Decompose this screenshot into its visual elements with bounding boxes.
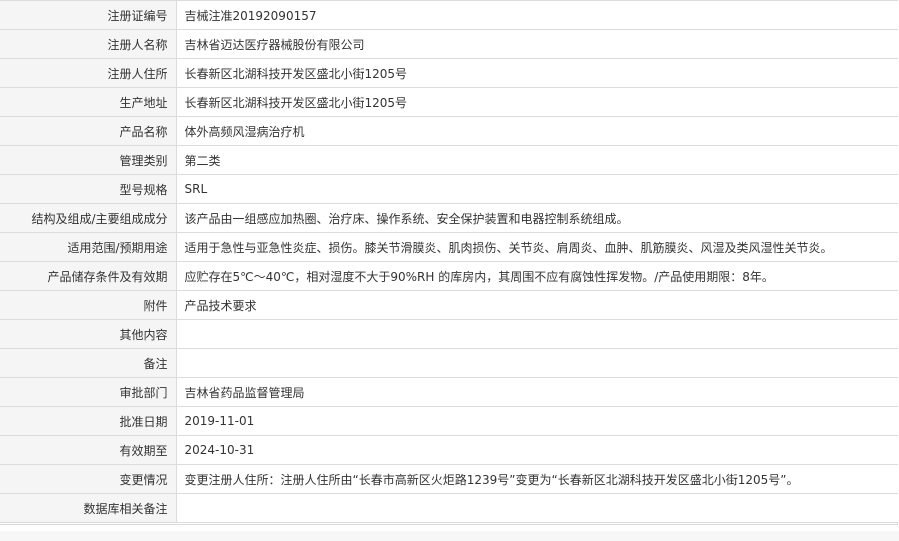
field-label: 结构及组成/主要组成成分 (0, 203, 177, 233)
field-value: 吉械注准20192090157 (176, 0, 898, 30)
field-label: 备注 (0, 348, 177, 378)
field-value: 适用于急性与亚急性炎症、损伤。膝关节滑膜炎、肌肉损伤、关节炎、肩周炎、血肿、肌筋… (176, 232, 898, 262)
table-row: 注册证编号 吉械注准20192090157 (0, 0, 898, 30)
field-value: 2024-10-31 (176, 435, 898, 465)
field-value: 该产品由一组感应加热圈、治疗床、操作系统、安全保护装置和电器控制系统组成。 (176, 203, 898, 233)
field-value: 吉林省药品监督管理局 (176, 377, 898, 407)
field-label: 附件 (0, 290, 177, 320)
table-row: 产品储存条件及有效期 应贮存在5℃～40℃，相对湿度不大于90%RH 的库房内，… (0, 261, 898, 291)
table-row: 生产地址 长春新区北湖科技开发区盛北小街1205号 (0, 87, 898, 117)
table-row: 附件 产品技术要求 (0, 290, 898, 320)
table-row: 管理类别 第二类 (0, 145, 898, 175)
field-value (176, 348, 898, 378)
field-label: 产品名称 (0, 116, 177, 146)
field-label: 型号规格 (0, 174, 177, 204)
table-row: 审批部门 吉林省药品监督管理局 (0, 377, 898, 407)
field-label: 生产地址 (0, 87, 177, 117)
table-row: 型号规格 SRL (0, 174, 898, 204)
field-label: 注册人住所 (0, 58, 177, 88)
field-label: 变更情况 (0, 464, 177, 494)
field-value (176, 493, 898, 523)
field-value: SRL (176, 174, 898, 204)
field-label: 适用范围/预期用途 (0, 232, 177, 262)
table-row: 结构及组成/主要组成成分 该产品由一组感应加热圈、治疗床、操作系统、安全保护装置… (0, 203, 898, 233)
table-row: 备注 (0, 348, 898, 378)
field-value: 第二类 (176, 145, 898, 175)
table-row: 批准日期 2019-11-01 (0, 406, 898, 436)
table-row: 注册人住所 长春新区北湖科技开发区盛北小街1205号 (0, 58, 898, 88)
field-value: 变更注册人住所：注册人住所由“长春市高新区火炬路1239号”变更为“长春新区北湖… (176, 464, 898, 494)
field-value: 长春新区北湖科技开发区盛北小街1205号 (176, 87, 898, 117)
field-value: 长春新区北湖科技开发区盛北小街1205号 (176, 58, 898, 88)
field-label: 管理类别 (0, 145, 177, 175)
field-value: 产品技术要求 (176, 290, 898, 320)
field-label: 批准日期 (0, 406, 177, 436)
field-label: 产品储存条件及有效期 (0, 261, 177, 291)
detail-panel: 注册证编号 吉械注准20192090157 注册人名称 吉林省迈达医疗器械股份有… (0, 0, 898, 525)
field-label: 有效期至 (0, 435, 177, 465)
table-row: 有效期至 2024-10-31 (0, 435, 898, 465)
field-value: 体外高频风湿病治疗机 (176, 116, 898, 146)
field-value: 吉林省迈达医疗器械股份有限公司 (176, 29, 898, 59)
table-row: 数据库相关备注 (0, 493, 898, 523)
field-label: 注册人名称 (0, 29, 177, 59)
table-row: 注册人名称 吉林省迈达医疗器械股份有限公司 (0, 29, 898, 59)
field-value: 2019-11-01 (176, 406, 898, 436)
table-row: 变更情况 变更注册人住所：注册人住所由“长春市高新区火炬路1239号”变更为“长… (0, 464, 898, 494)
field-value: 应贮存在5℃～40℃，相对湿度不大于90%RH 的库房内，其周围不应有腐蚀性挥发… (176, 261, 898, 291)
table-row: 其他内容 (0, 319, 898, 349)
field-label: 审批部门 (0, 377, 177, 407)
field-value (176, 319, 898, 349)
page-bottom-strip (0, 531, 899, 541)
table-row: 适用范围/预期用途 适用于急性与亚急性炎症、损伤。膝关节滑膜炎、肌肉损伤、关节炎… (0, 232, 898, 262)
field-label: 其他内容 (0, 319, 177, 349)
table-row: 产品名称 体外高频风湿病治疗机 (0, 116, 898, 146)
field-label: 注册证编号 (0, 0, 177, 30)
registration-detail-table: 注册证编号 吉械注准20192090157 注册人名称 吉林省迈达医疗器械股份有… (0, 0, 898, 523)
field-label: 数据库相关备注 (0, 493, 177, 523)
